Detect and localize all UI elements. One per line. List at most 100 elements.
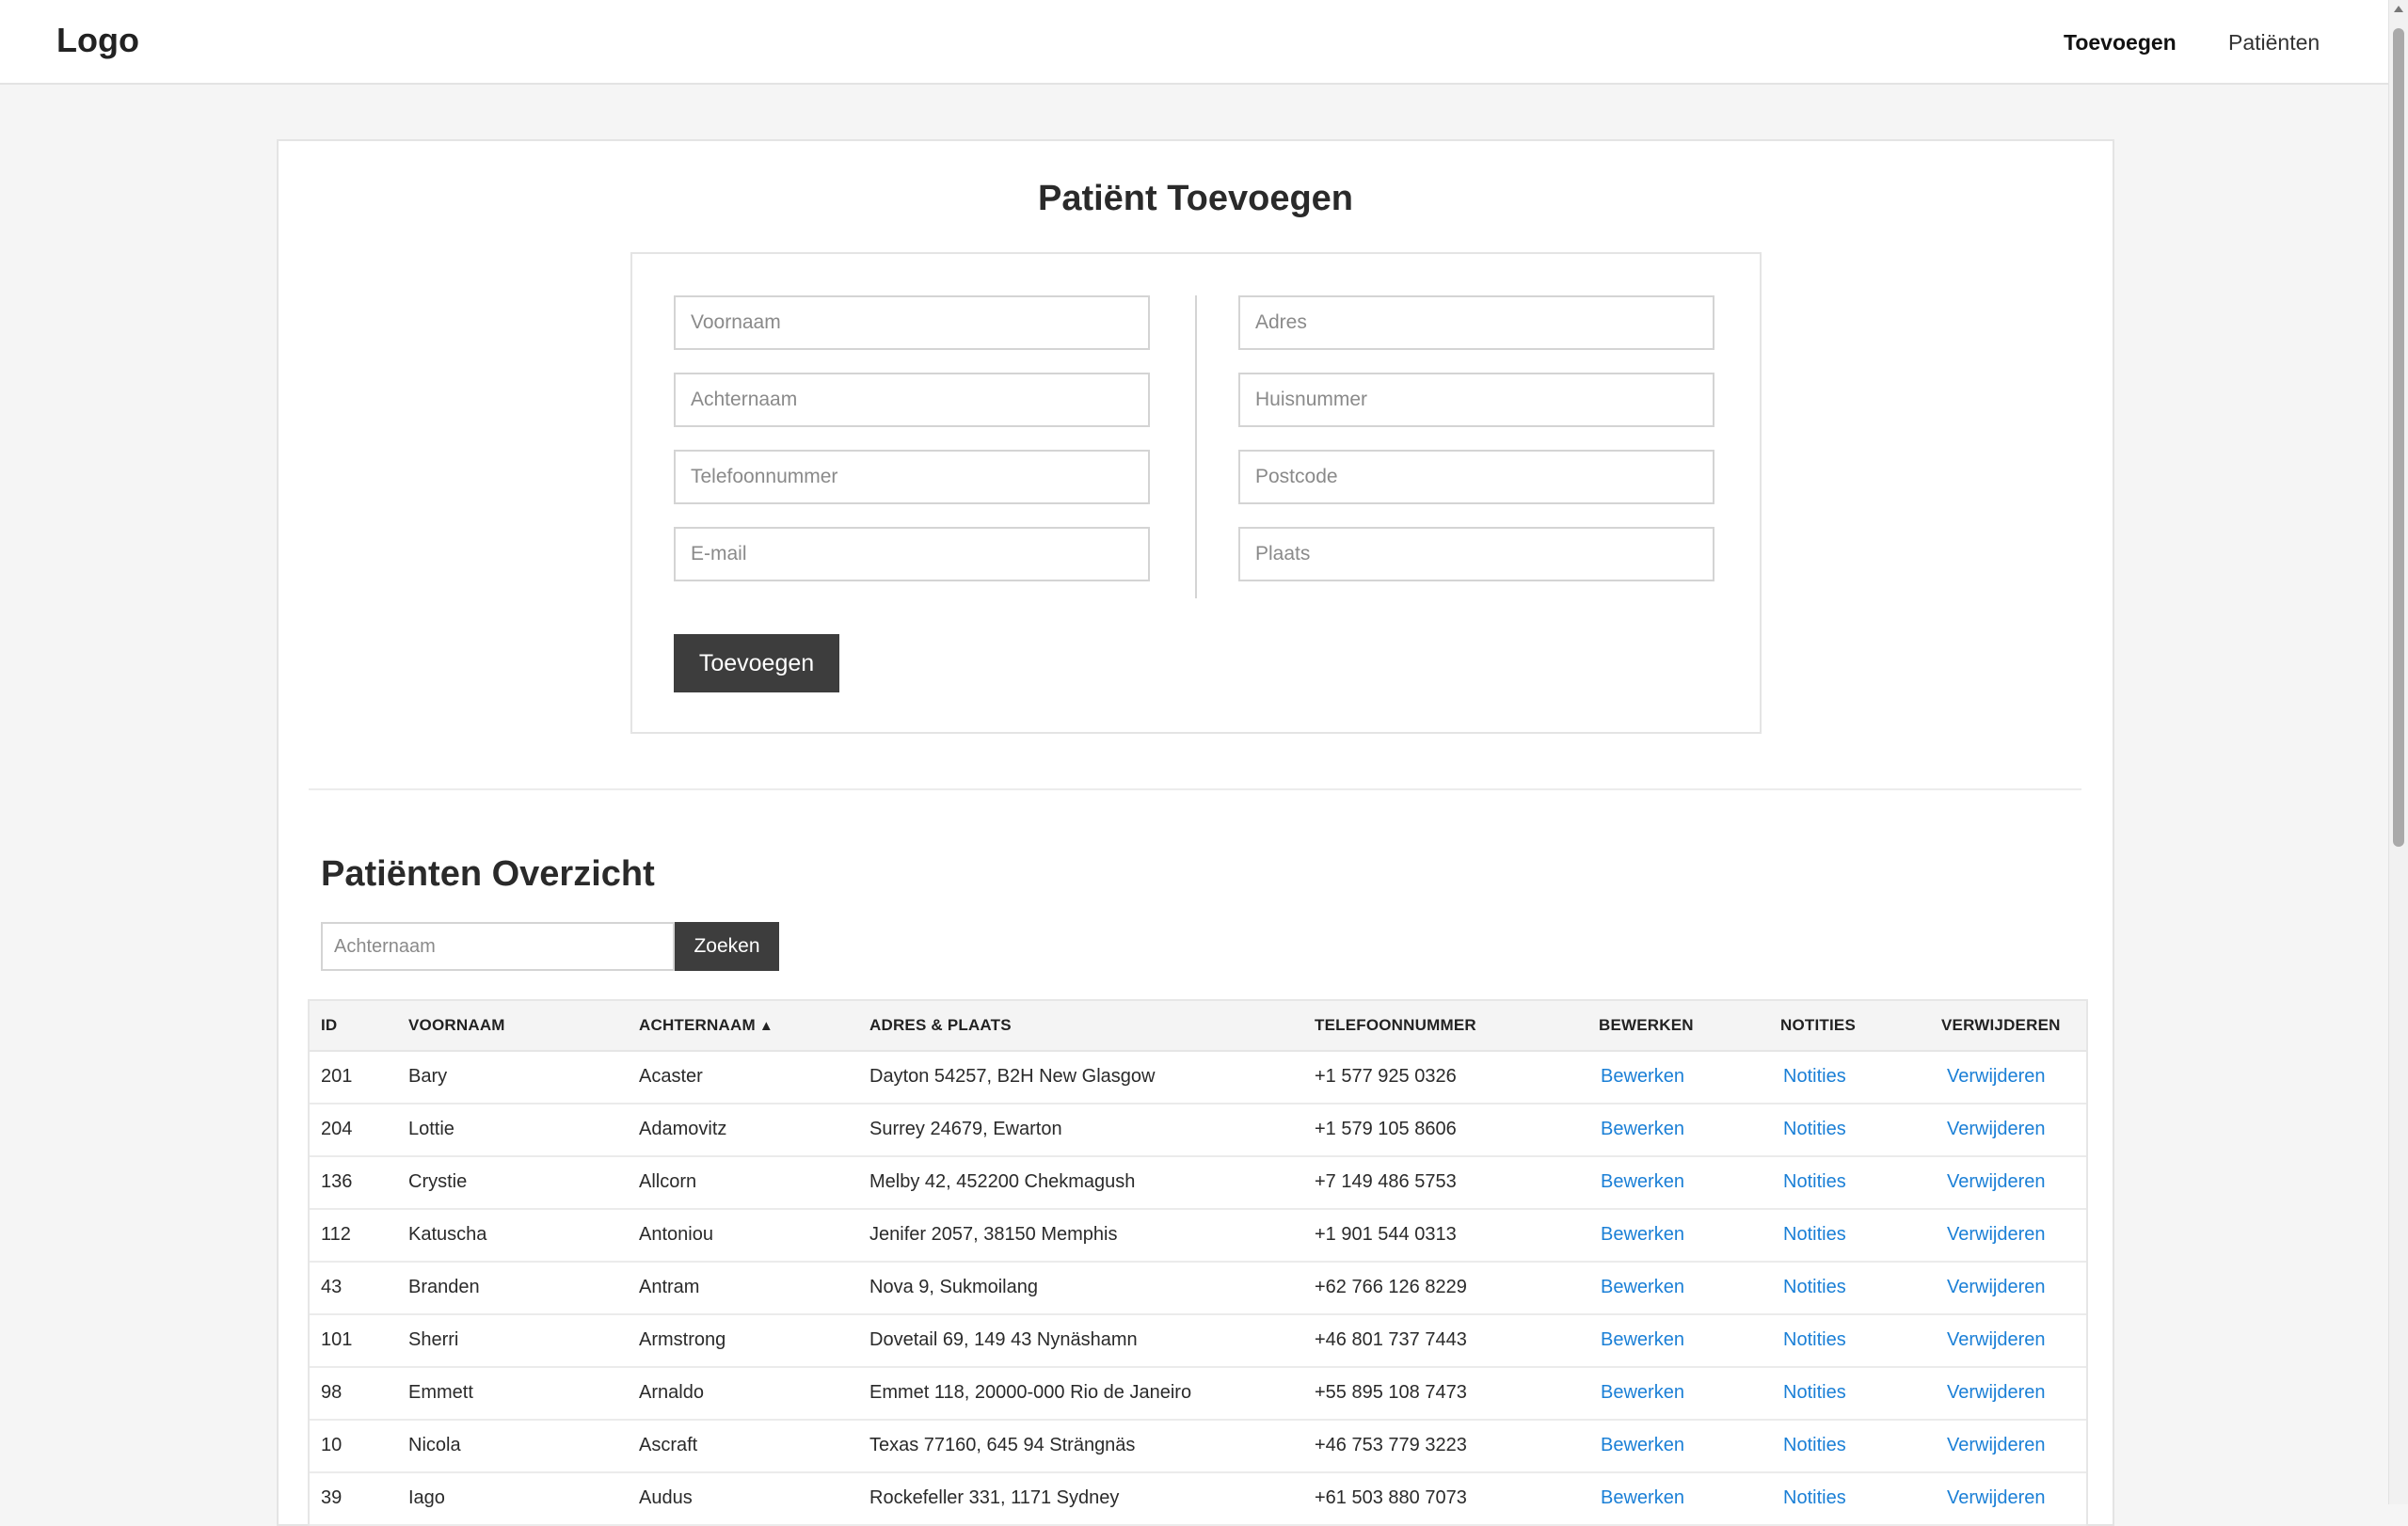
nav-link-patienten[interactable]: Patiënten [2228, 30, 2320, 56]
table-row: 112 Katuscha Antoniou Jenifer 2057, 38150 M… [310, 1210, 2086, 1263]
cell-last-name: Allcorn [639, 1171, 697, 1192]
postcode-field[interactable] [1238, 450, 1714, 504]
cell-id: 112 [321, 1224, 351, 1245]
table-row: 98 Emmett Arnaldo Emmet 118, 20000-000 Rio … [310, 1368, 2086, 1421]
notes-link[interactable]: Notities [1783, 1487, 1846, 1509]
cell-last-name: Antoniou [639, 1224, 713, 1245]
notes-link[interactable]: Notities [1783, 1329, 1846, 1351]
cell-last-name: Audus [639, 1487, 693, 1508]
cell-first-name: Crystie [408, 1171, 468, 1192]
delete-link[interactable]: Verwijderen [1947, 1382, 2046, 1404]
cell-phone: +62 766 126 8229 [1315, 1277, 1467, 1297]
cell-first-name: Iago [408, 1487, 445, 1508]
vertical-scrollbar[interactable] [2388, 0, 2408, 1504]
cell-phone: +61 503 880 7073 [1315, 1487, 1467, 1508]
cell-first-name: Emmett [408, 1382, 473, 1403]
delete-link[interactable]: Verwijderen [1947, 1435, 2046, 1456]
edit-link[interactable]: Bewerken [1601, 1119, 1684, 1140]
cell-address: Dovetail 69, 149 43 Nynäshamn [869, 1329, 1138, 1350]
column-header-id[interactable]: ID [321, 1016, 337, 1035]
column-header-last-name[interactable]: ACHTERNAAM ▲ [639, 1016, 773, 1035]
cell-first-name: Bary [408, 1066, 448, 1087]
city-field[interactable] [1238, 527, 1714, 581]
cell-id: 136 [321, 1171, 353, 1192]
delete-link[interactable]: Verwijderen [1947, 1277, 2046, 1298]
column-header-phone[interactable]: TELEFOONNUMMER [1315, 1016, 1476, 1035]
scrollbar-thumb[interactable] [2393, 28, 2404, 847]
column-header-first-name[interactable]: VOORNAAM [408, 1016, 505, 1035]
column-header-last-name-label: ACHTERNAAM [639, 1016, 756, 1034]
cell-address: Texas 77160, 645 94 Strängnäs [869, 1435, 1136, 1455]
cell-id: 101 [321, 1329, 353, 1350]
search-button[interactable]: Zoeken [675, 922, 779, 971]
edit-link[interactable]: Bewerken [1601, 1277, 1684, 1298]
edit-link[interactable]: Bewerken [1601, 1382, 1684, 1404]
table-header: ID VOORNAAM ACHTERNAAM ▲ ADRES & PLAATS T… [310, 1001, 2086, 1052]
edit-link[interactable]: Bewerken [1601, 1487, 1684, 1509]
email-field[interactable] [674, 527, 1150, 581]
notes-link[interactable]: Notities [1783, 1224, 1846, 1246]
delete-link[interactable]: Verwijderen [1947, 1066, 2046, 1088]
cell-address: Rockefeller 331, 1171 Sydney [869, 1487, 1120, 1508]
phone-field[interactable] [674, 450, 1150, 504]
edit-link[interactable]: Bewerken [1601, 1224, 1684, 1246]
cell-id: 204 [321, 1119, 353, 1139]
notes-link[interactable]: Notities [1783, 1171, 1846, 1193]
cell-last-name: Antram [639, 1277, 700, 1297]
delete-link[interactable]: Verwijderen [1947, 1224, 2046, 1246]
delete-link[interactable]: Verwijderen [1947, 1119, 2046, 1140]
address-field[interactable] [1238, 295, 1714, 350]
first-name-field[interactable] [674, 295, 1150, 350]
notes-link[interactable]: Notities [1783, 1382, 1846, 1404]
cell-phone: +46 801 737 7443 [1315, 1329, 1467, 1350]
cell-phone: +1 579 105 8606 [1315, 1119, 1457, 1139]
house-number-field[interactable] [1238, 373, 1714, 427]
cell-address: Jenifer 2057, 38150 Memphis [869, 1224, 1118, 1245]
cell-last-name: Arnaldo [639, 1382, 704, 1403]
cell-last-name: Armstrong [639, 1329, 726, 1350]
overview-title: Patiënten Overzicht [321, 854, 655, 894]
table-row: 10 Nicola Ascraft Texas 77160, 645 94 Strän… [310, 1421, 2086, 1473]
cell-id: 10 [321, 1435, 343, 1455]
table-row: 101 Sherri Armstrong Dovetail 69, 149 43 Ny… [310, 1315, 2086, 1368]
column-header-address[interactable]: ADRES & PLAATS [869, 1016, 1012, 1035]
cell-phone: +46 753 779 3223 [1315, 1435, 1467, 1455]
cell-phone: +1 577 925 0326 [1315, 1066, 1457, 1087]
cell-first-name: Sherri [408, 1329, 459, 1350]
delete-link[interactable]: Verwijderen [1947, 1487, 2046, 1509]
table-row: 39 Iago Audus Rockefeller 331, 1171 Sydney +… [310, 1473, 2086, 1526]
cell-first-name: Branden [408, 1277, 480, 1297]
table-row: 201 Bary Acaster Dayton 54257, B2H New Glas… [310, 1052, 2086, 1105]
notes-link[interactable]: Notities [1783, 1277, 1846, 1298]
scroll-up-arrow-icon[interactable] [2394, 6, 2403, 12]
nav-link-toevoegen[interactable]: Toevoegen [2064, 30, 2177, 56]
delete-link[interactable]: Verwijderen [1947, 1329, 2046, 1351]
patients-table: ID VOORNAAM ACHTERNAAM ▲ ADRES & PLAATS T… [308, 999, 2088, 1526]
notes-link[interactable]: Notities [1783, 1066, 1846, 1088]
form-column-divider [1195, 295, 1197, 598]
cell-phone: +1 901 544 0313 [1315, 1224, 1457, 1245]
column-header-notes: NOTITIES [1780, 1016, 1856, 1034]
cell-phone: +55 895 108 7473 [1315, 1382, 1467, 1403]
notes-link[interactable]: Notities [1783, 1119, 1846, 1140]
add-patient-button[interactable]: Toevoegen [674, 634, 839, 692]
cell-address: Surrey 24679, Ewarton [869, 1119, 1062, 1139]
main-card: Patiënt Toevoegen Toevoegen Patiënten Ov… [277, 139, 2114, 1526]
search-input[interactable] [321, 922, 675, 971]
cell-id: 43 [321, 1277, 343, 1297]
notes-link[interactable]: Notities [1783, 1435, 1846, 1456]
delete-link[interactable]: Verwijderen [1947, 1171, 2046, 1193]
edit-link[interactable]: Bewerken [1601, 1435, 1684, 1456]
edit-link[interactable]: Bewerken [1601, 1171, 1684, 1193]
cell-phone: +7 149 486 5753 [1315, 1171, 1457, 1192]
page-title: Patiënt Toevoegen [1037, 179, 1354, 218]
last-name-field[interactable] [674, 373, 1150, 427]
cell-first-name: Katuscha [408, 1224, 487, 1245]
edit-link[interactable]: Bewerken [1601, 1329, 1684, 1351]
cell-first-name: Nicola [408, 1435, 461, 1455]
edit-link[interactable]: Bewerken [1601, 1066, 1684, 1088]
add-patient-form: Toevoegen [630, 252, 1762, 734]
cell-address: Melby 42, 452200 Chekmagush [869, 1171, 1136, 1192]
logo[interactable]: Logo [56, 21, 139, 60]
cell-id: 39 [321, 1487, 343, 1508]
